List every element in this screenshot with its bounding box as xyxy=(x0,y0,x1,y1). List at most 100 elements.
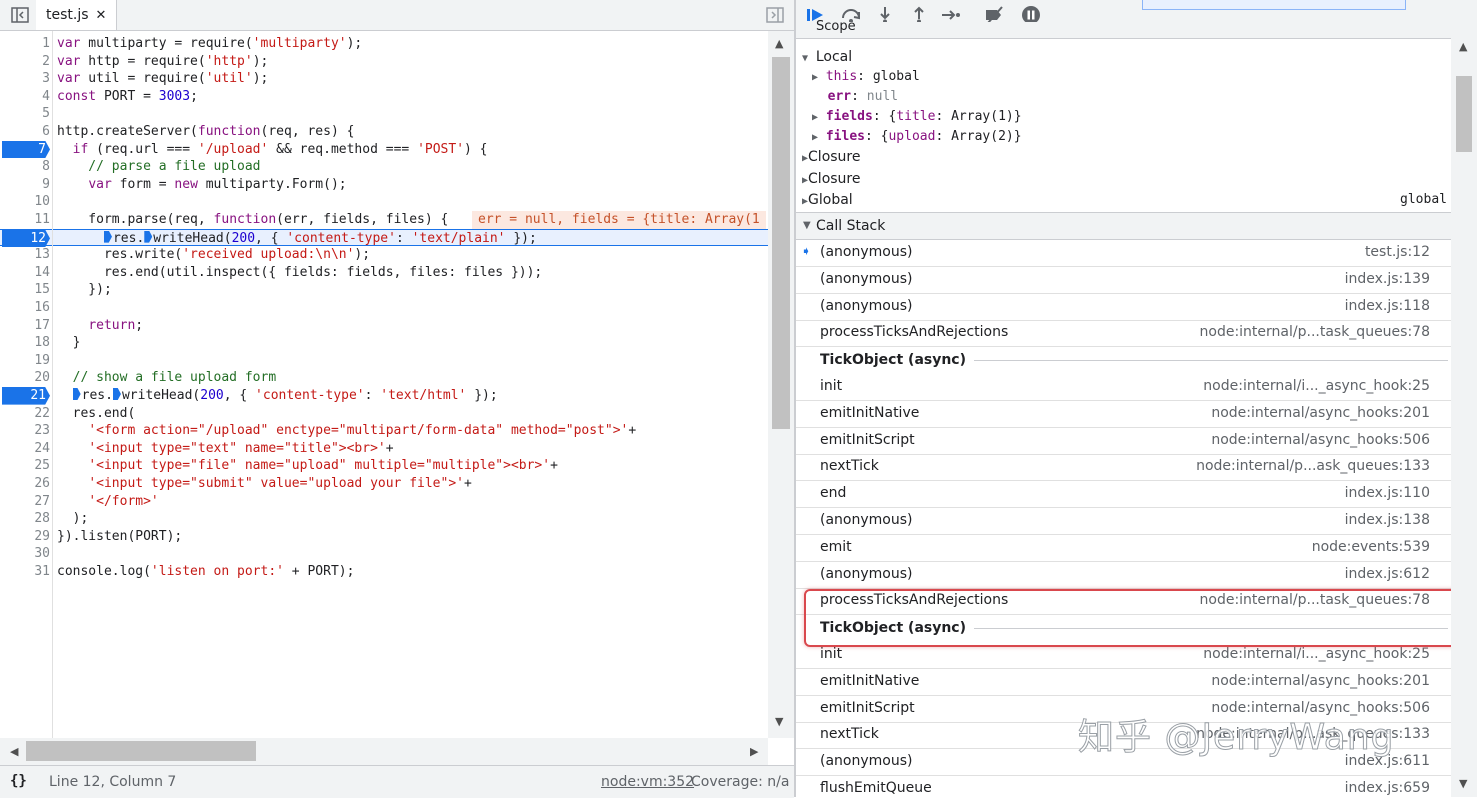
scroll-down-icon[interactable]: ▼ xyxy=(775,715,783,728)
line-number[interactable]: 8 xyxy=(0,158,50,176)
scroll-left-icon[interactable]: ◀ xyxy=(10,745,18,758)
scope-variable-row[interactable]: err: null xyxy=(812,89,898,104)
code-line[interactable]: 3 var util = require('util'); xyxy=(0,70,768,88)
call-frame-location[interactable]: node:internal/i..._async_hook:25 xyxy=(1203,378,1430,394)
call-frame[interactable]: emitInitScript node:internal/async_hooks:… xyxy=(796,428,1451,455)
scroll-down-icon[interactable]: ▼ xyxy=(1459,777,1467,790)
code-line[interactable]: 2 var http = require('http'); xyxy=(0,53,768,71)
line-number[interactable]: 19 xyxy=(0,352,50,370)
call-frame-location[interactable]: node:internal/async_hooks:201 xyxy=(1211,673,1430,689)
code-line[interactable]: 26 '<input type="submit" value="upload y… xyxy=(0,475,768,493)
editor-scroll-thumb[interactable] xyxy=(772,57,790,429)
code-line[interactable]: 14 res.end(util.inspect({ fields: fields… xyxy=(0,264,768,282)
call-frame-location[interactable]: index.js:139 xyxy=(1345,271,1430,287)
line-number[interactable]: 18 xyxy=(0,334,50,352)
line-number[interactable]: 5 xyxy=(0,105,50,123)
code-line[interactable]: 13 res.write('received upload:\n\n'); xyxy=(0,246,768,264)
call-frame[interactable]: emitInitNative node:internal/async_hooks:… xyxy=(796,401,1451,428)
call-frame[interactable]: nextTick node:internal/p...ask_queues:133 xyxy=(796,454,1451,482)
call-frame-location[interactable]: index.js:110 xyxy=(1345,485,1430,501)
line-number[interactable]: 26 xyxy=(0,475,50,493)
scope-local-row[interactable]: ▼ Local xyxy=(802,49,852,65)
call-frame-location[interactable]: index.js:138 xyxy=(1345,512,1430,528)
breakpoint-line-number[interactable]: 21 xyxy=(2,387,50,405)
code-line[interactable]: 30 xyxy=(0,545,768,563)
scope-section-header[interactable]: Scope xyxy=(796,19,1451,39)
inline-breakpoint-marker-icon[interactable] xyxy=(112,388,121,400)
scope-variable-row[interactable]: ▶ this: global xyxy=(812,69,920,84)
breakpoint-line-number[interactable]: 7 xyxy=(2,140,50,159)
call-frame[interactable]: end index.js:110 xyxy=(796,481,1451,509)
code-line[interactable]: 24 '<input type="text" name="title"><br>… xyxy=(0,440,768,458)
code-line[interactable]: 16 xyxy=(0,299,768,317)
call-frame-location[interactable]: index.js:659 xyxy=(1345,780,1430,796)
code-line[interactable]: 19 xyxy=(0,352,768,370)
call-frame-location[interactable]: node:internal/async_hooks:506 xyxy=(1211,432,1430,448)
code-line[interactable]: 29}).listen(PORT); xyxy=(0,528,768,546)
call-frame-location[interactable]: node:internal/p...ask_queues:133 xyxy=(1196,458,1430,474)
sidebar-scroll-thumb[interactable] xyxy=(1456,76,1472,152)
call-frame-location[interactable]: node:events:539 xyxy=(1312,539,1430,555)
call-frame-location[interactable]: node:internal/i..._async_hook:25 xyxy=(1203,646,1430,662)
code-line[interactable]: 28 ); xyxy=(0,510,768,528)
scope-global-row[interactable]: ▶Global global xyxy=(802,192,1447,208)
line-number[interactable]: 29 xyxy=(0,528,50,546)
script-location-link[interactable]: node:vm:352 xyxy=(601,774,694,790)
call-frame[interactable]: (anonymous) index.js:118 xyxy=(796,294,1451,321)
call-frame[interactable]: processTicksAndRejections node:internal/p… xyxy=(796,320,1451,348)
scroll-up-icon[interactable]: ▲ xyxy=(1459,40,1467,53)
horizontal-scroll-thumb[interactable] xyxy=(26,741,256,761)
call-frame[interactable]: init node:internal/i..._async_hook:25 xyxy=(796,374,1451,401)
call-frame-location[interactable]: node:internal/async_hooks:201 xyxy=(1211,405,1430,421)
scope-variable-row[interactable]: ▶ files: {upload: Array(2)} xyxy=(812,129,1022,144)
inline-breakpoint-marker-icon[interactable] xyxy=(103,230,112,243)
call-frame[interactable]: emitInitNative node:internal/async_hooks:… xyxy=(796,669,1451,696)
code-line[interactable]: 18 } xyxy=(0,334,768,352)
scope-closure-row-2[interactable]: ▶Closure xyxy=(802,171,861,187)
line-number[interactable]: 1 xyxy=(0,35,50,53)
sidebar-vertical-scrollbar[interactable]: ▲ ▼ xyxy=(1451,30,1477,797)
line-number[interactable]: 11 xyxy=(0,211,50,229)
call-frame-location[interactable]: node:internal/p...task_queues:78 xyxy=(1200,324,1430,340)
line-number[interactable]: 3 xyxy=(0,70,50,88)
call-frame-location[interactable]: test.js:12 xyxy=(1365,244,1430,260)
call-frame[interactable]: flushEmitQueue index.js:659 xyxy=(796,776,1451,797)
line-number[interactable]: 20 xyxy=(0,369,50,387)
code-line[interactable]: 10 xyxy=(0,193,768,211)
file-tab-test-js[interactable]: test.js ✕ xyxy=(36,0,118,30)
line-number[interactable]: 22 xyxy=(0,405,50,423)
line-number[interactable]: 6 xyxy=(0,123,50,141)
breakpoint-line-number[interactable]: 12 xyxy=(2,229,50,248)
code-line[interactable]: 4 const PORT = 3003; xyxy=(0,88,768,106)
code-line[interactable]: 1 var multiparty = require('multiparty'); xyxy=(0,35,768,53)
code-line[interactable]: 27 '</form>' xyxy=(0,493,768,511)
inline-breakpoint-marker-icon[interactable] xyxy=(72,388,81,400)
line-number[interactable]: 24 xyxy=(0,440,50,458)
scope-variable-row[interactable]: ▶ fields: {title: Array(1)} xyxy=(812,109,1022,124)
code-line[interactable]: 15 }); xyxy=(0,281,768,299)
code-line[interactable]: 17 return; xyxy=(0,317,768,335)
inline-breakpoint-marker-icon[interactable] xyxy=(144,230,153,243)
code-line[interactable]: 25 '<input type="file" name="upload" mul… xyxy=(0,457,768,475)
call-stack-section-header[interactable]: ▼ Call Stack xyxy=(796,212,1451,240)
code-line[interactable]: 6 http.createServer(function(req, res) { xyxy=(0,123,768,141)
code-line[interactable]: 20 // show a file upload form xyxy=(0,369,768,387)
close-tab-icon[interactable]: ✕ xyxy=(96,8,107,23)
pretty-print-button[interactable]: {} xyxy=(10,773,27,789)
call-frame[interactable]: (anonymous) index.js:139 xyxy=(796,267,1451,294)
scroll-up-icon[interactable]: ▲ xyxy=(775,37,783,50)
code-line[interactable]: 5 xyxy=(0,105,768,123)
line-number[interactable]: 13 xyxy=(0,246,50,264)
call-frame-current[interactable]: ➧ (anonymous) test.js:12 xyxy=(796,240,1451,267)
line-number[interactable]: 28 xyxy=(0,510,50,528)
code-line[interactable]: 8 // parse a file upload xyxy=(0,158,768,176)
scope-closure-row-1[interactable]: ▶Closure xyxy=(802,149,861,165)
line-number[interactable]: 2 xyxy=(0,53,50,71)
line-number[interactable]: 10 xyxy=(0,193,50,211)
code-line[interactable]: 31 console.log('listen on port:' + PORT); xyxy=(0,563,768,581)
call-frame[interactable]: emit node:events:539 xyxy=(796,535,1451,562)
code-line[interactable]: 11 form.parse(req, function(err, fields,… xyxy=(0,211,768,229)
line-number[interactable]: 23 xyxy=(0,422,50,440)
code-line[interactable]: 22 res.end( xyxy=(0,405,768,423)
line-number[interactable]: 30 xyxy=(0,545,50,563)
